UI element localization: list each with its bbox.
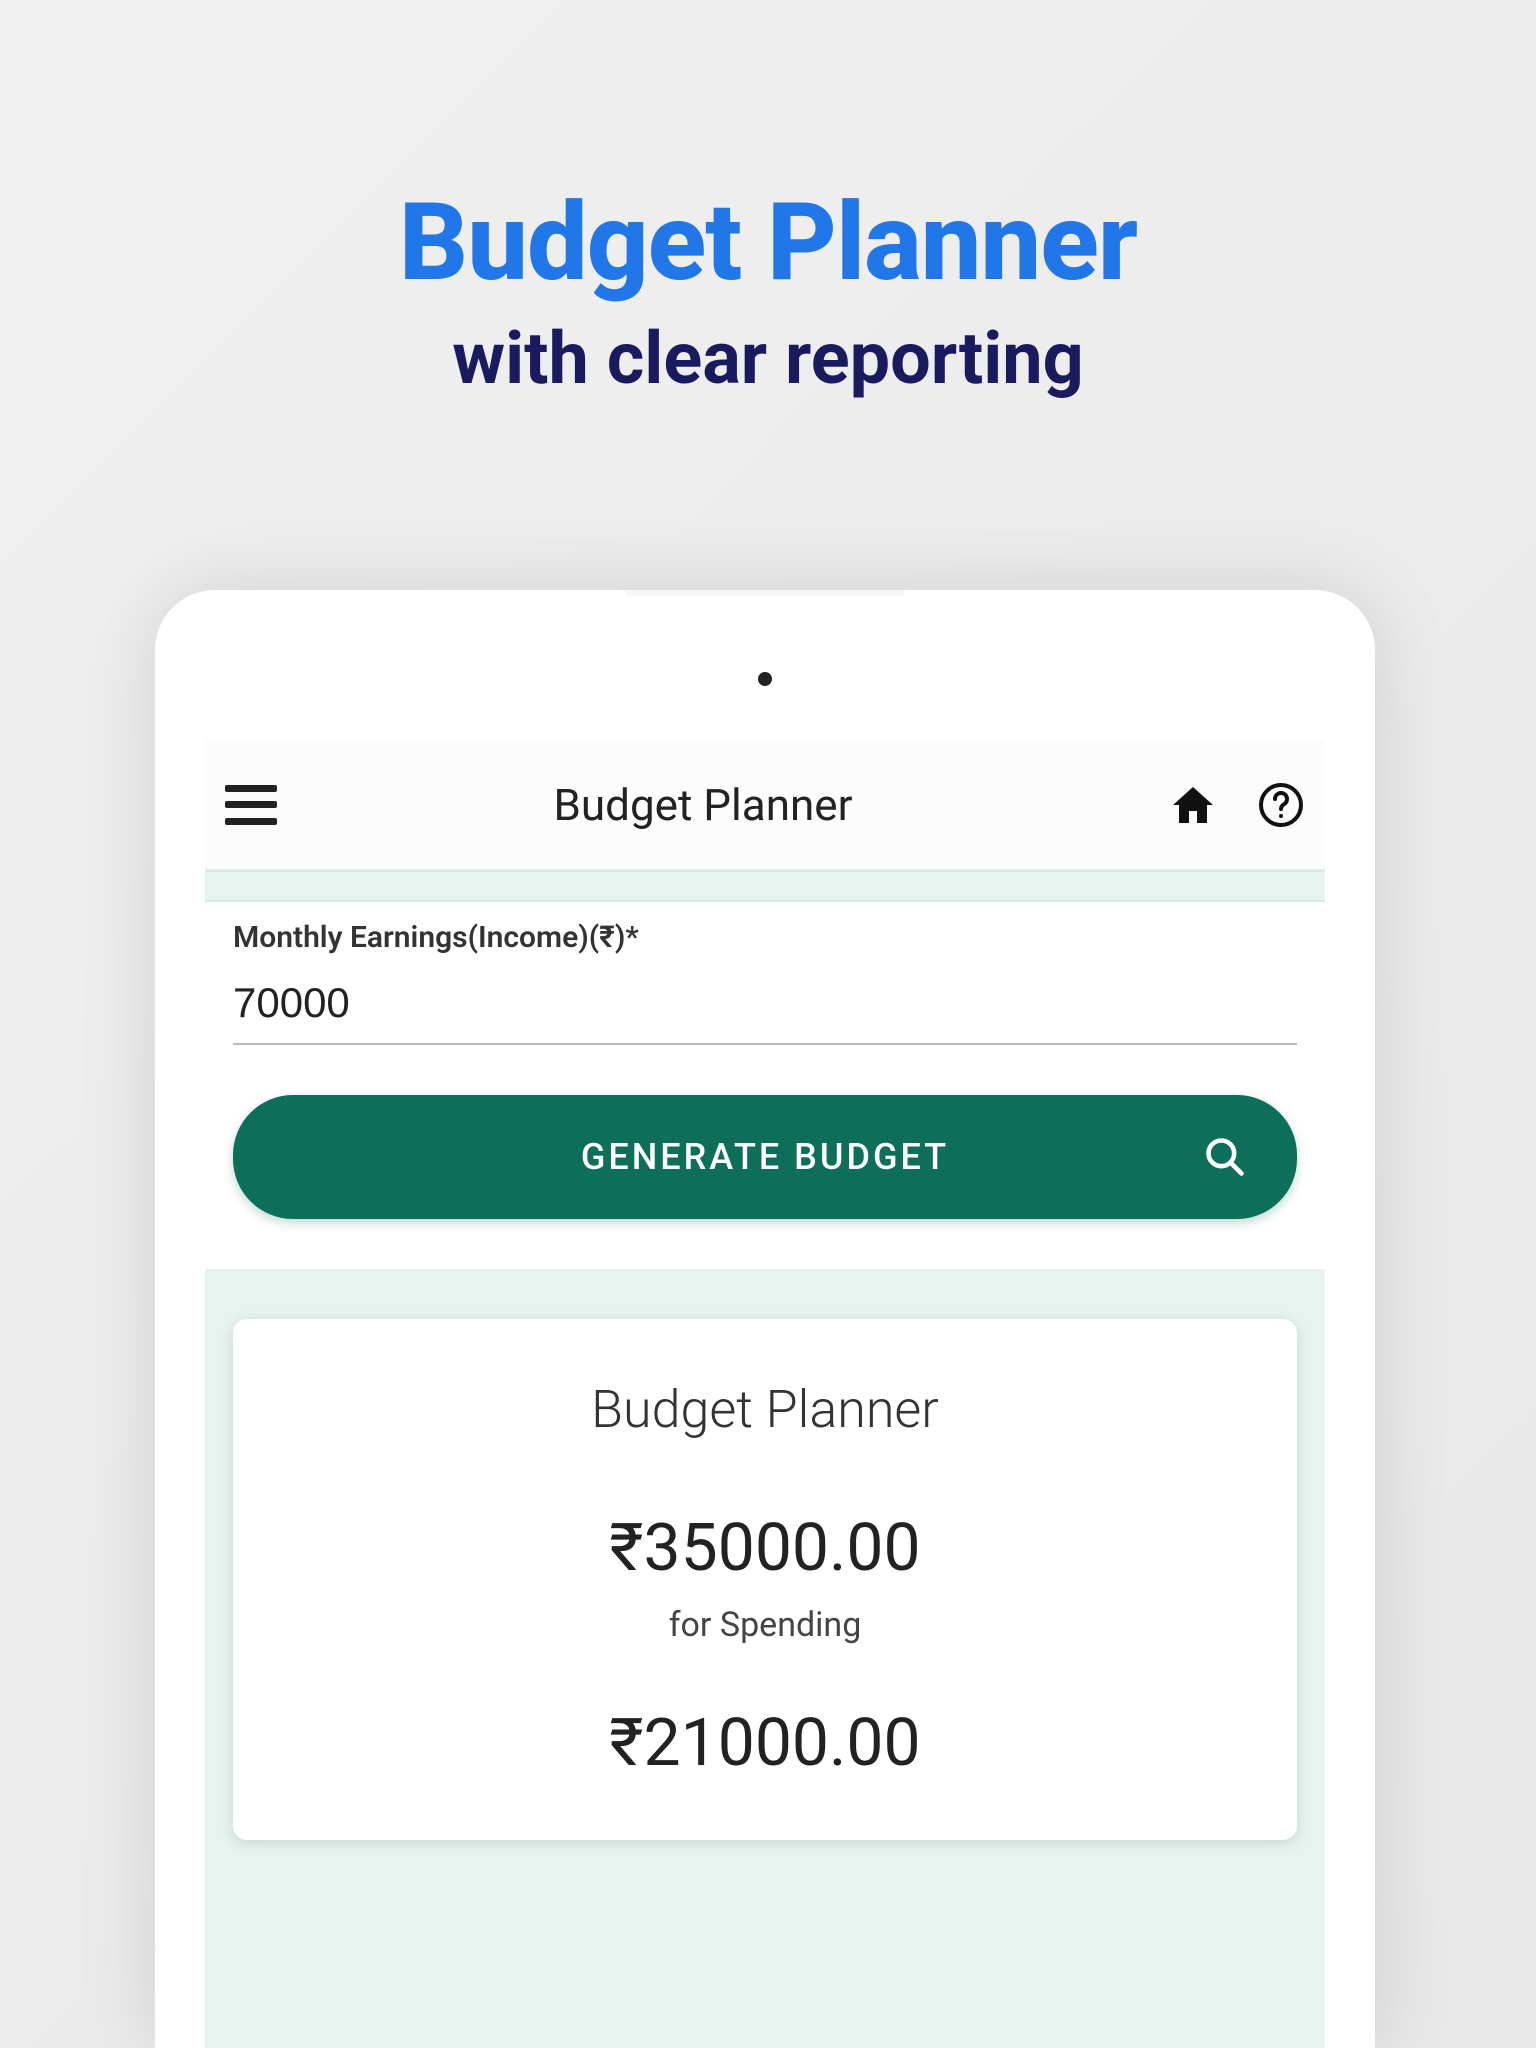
app-bar: Budget Planner: [205, 740, 1325, 870]
device-frame: Budget Planner Monthly Earnings(Income)(…: [155, 590, 1375, 2048]
search-icon: [1203, 1135, 1247, 1179]
device-notch: [625, 590, 905, 596]
promo-subtitle: with clear reporting: [0, 316, 1536, 401]
result-card-title: Budget Planner: [273, 1379, 1257, 1440]
divider-strip: [205, 870, 1325, 902]
app-screen: Budget Planner Monthly Earnings(Income)(…: [205, 740, 1325, 2048]
generate-button-label: GENERATE BUDGET: [581, 1136, 949, 1178]
income-label: Monthly Earnings(Income)(₹)*: [233, 920, 1297, 955]
spending-amount: ₹35000.00: [273, 1510, 1257, 1587]
input-section: Monthly Earnings(Income)(₹)*: [205, 902, 1325, 1045]
income-input[interactable]: [233, 967, 1297, 1045]
promo-title: Budget Planner: [0, 180, 1536, 306]
home-icon[interactable]: [1169, 781, 1217, 829]
second-amount: ₹21000.00: [273, 1705, 1257, 1782]
camera-dot: [758, 672, 772, 686]
result-card: Budget Planner ₹35000.00 for Spending ₹2…: [233, 1319, 1297, 1840]
results-area: Budget Planner ₹35000.00 for Spending ₹2…: [205, 1269, 1325, 2048]
help-icon[interactable]: [1257, 781, 1305, 829]
spending-label: for Spending: [273, 1605, 1257, 1645]
generate-budget-button[interactable]: GENERATE BUDGET: [233, 1095, 1297, 1219]
app-bar-title: Budget Planner: [237, 779, 1169, 831]
